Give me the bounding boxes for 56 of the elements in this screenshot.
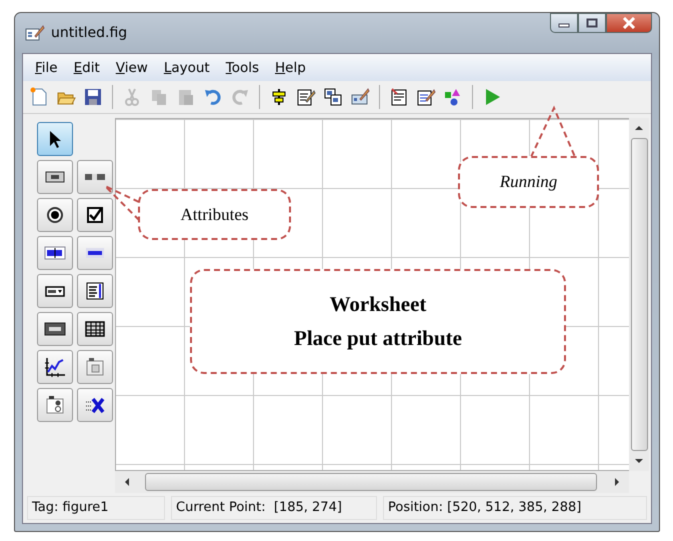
scroll-thumb[interactable] (145, 473, 597, 491)
window-title: untitled.fig (51, 25, 128, 41)
maximize-button[interactable] (578, 13, 606, 33)
scroll-thumb[interactable] (630, 138, 648, 451)
table-icon (84, 319, 106, 339)
status-field: Tag: figure1 (27, 496, 165, 520)
menu-item[interactable]: Layout (156, 58, 218, 78)
shapes-icon[interactable] (443, 87, 463, 107)
status-field: Current Point: [185, 274] (171, 496, 377, 520)
component-tool[interactable] (77, 160, 113, 194)
down-arrow-icon (634, 457, 644, 465)
menu-item[interactable]: File (27, 58, 66, 78)
close-button[interactable] (606, 13, 652, 33)
close-icon (622, 17, 636, 29)
component-tool[interactable] (77, 274, 113, 308)
axes-icon (44, 357, 66, 377)
listbox-icon (84, 281, 106, 301)
document-pencil-icon[interactable] (296, 87, 316, 107)
callout-text: Attributes (180, 204, 248, 224)
component-tool[interactable] (37, 388, 73, 422)
vertical-scrollbar[interactable] (629, 118, 649, 471)
component-tool[interactable] (77, 198, 113, 232)
component-tool[interactable] (37, 274, 73, 308)
undo-icon[interactable] (203, 87, 223, 107)
callout-text: Worksheet (330, 290, 426, 318)
checkbox-icon (84, 205, 106, 225)
component-tool[interactable] (37, 312, 73, 346)
component-tool[interactable] (37, 160, 73, 194)
list-pencil-icon[interactable] (416, 87, 436, 107)
up-arrow-icon (634, 124, 644, 132)
status-field: Position: [520, 512, 385, 288] (383, 496, 647, 520)
component-tool[interactable] (37, 350, 73, 384)
left-arrow-icon (123, 477, 131, 487)
component-tool[interactable] (37, 198, 73, 232)
component-tool[interactable] (77, 312, 113, 346)
menu-item[interactable]: Edit (66, 58, 108, 78)
callout-text: Place put attribute (294, 324, 462, 352)
maximize-icon (586, 18, 598, 28)
menu-item[interactable]: Tools (218, 58, 267, 78)
horizontal-scrollbar[interactable] (115, 471, 629, 493)
component-tool[interactable] (37, 122, 73, 156)
radio-button-icon (44, 205, 66, 225)
component-tool[interactable] (37, 236, 73, 270)
notepad-icon[interactable] (389, 87, 409, 107)
minimize-button[interactable] (550, 13, 578, 33)
toolbar-pencil-icon[interactable] (350, 87, 370, 107)
figure-icon (25, 24, 45, 42)
save-icon[interactable] (83, 87, 103, 107)
x-icon (84, 395, 106, 415)
new-file-icon[interactable] (29, 87, 49, 107)
component-tool[interactable] (77, 236, 113, 270)
menu-item[interactable]: View (108, 58, 156, 78)
component-tool[interactable] (77, 388, 113, 422)
menu-item[interactable]: Help (267, 58, 314, 78)
right-arrow-icon (613, 477, 621, 487)
callout-text: Running (500, 172, 558, 192)
